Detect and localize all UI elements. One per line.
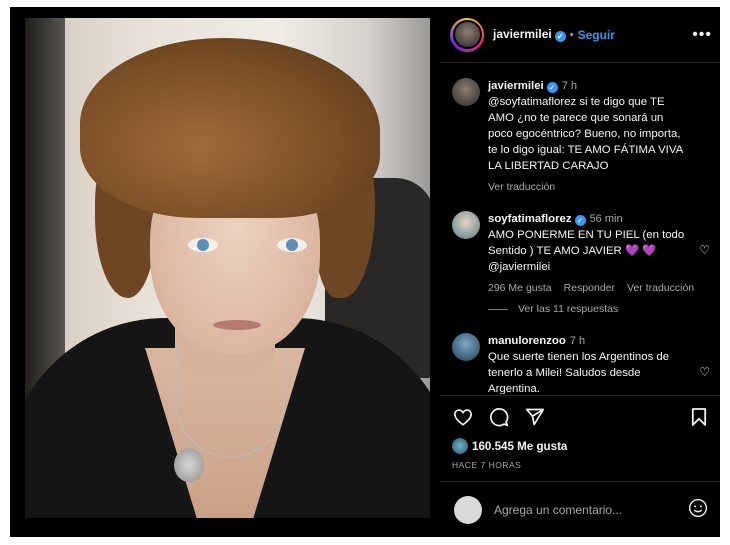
author-username-text: javiermilei [493,27,552,41]
share-icon[interactable] [524,406,546,428]
comment-text: soyfatimaflorez ✓ 56 min AMO PONERME EN TU… [488,211,708,275]
photo-hair [80,38,380,218]
author-username[interactable]: javiermilei ✓ [493,27,566,42]
translate-link[interactable]: Ver traducción [627,282,694,294]
comment-item: soyfatimaflorez ✓ 56 min AMO PONERME EN TU… [440,211,720,315]
current-user-avatar [454,495,482,524]
comment-avatar[interactable] [452,78,480,106]
heart-icon[interactable] [452,406,474,428]
bookmark-icon[interactable] [688,406,710,428]
verified-icon: ✓ [546,82,558,93]
translate-link[interactable]: Ver traducción [488,181,555,193]
comment-username[interactable]: manulorenzoo [488,335,566,347]
post-header: javiermilei ✓ • Seguir ••• [440,7,720,63]
post-timestamp: HACE 7 HORAS [452,460,522,470]
view-replies-text: Ver las 11 respuestas [518,303,619,315]
comment-meta: Ver traducción [488,181,708,193]
reply-link[interactable]: Responder [564,282,615,294]
comment-text: manulorenzoo 7 h Que suerte tienen los Ar… [488,333,708,394]
photo-pendant [174,448,204,482]
emoji-icon[interactable] [688,498,708,523]
photo-eye-left [188,238,218,252]
photo-mouth [213,320,261,330]
post-actions: 160.545 Me gusta HACE 7 HORAS [440,395,720,481]
likes-text: 160.545 Me gusta [472,439,568,453]
comment-meta: 296 Me gusta Responder Ver traducción [488,282,708,294]
header-separator: • [569,28,574,41]
comment-username[interactable]: soyfatimaflorez [488,213,572,225]
post-window: javiermilei ✓ • Seguir ••• javiermilei ✓ 7 … [10,7,720,537]
comment-time: 56 min [589,213,623,225]
comment-heart-icon[interactable]: ♡ [699,243,710,257]
comments-list[interactable]: javiermilei ✓ 7 h @soyfatimaflorez si te d… [440,64,720,394]
comment-time: 7 h [561,80,578,92]
comment-message: AMO PONERME EN TU PIEL (en todo Sentido … [488,229,685,273]
comment-icon[interactable] [488,406,510,428]
comment-avatar[interactable] [452,333,480,361]
comment-message: Que suerte tienen los Argentinos de tene… [488,351,670,394]
author-avatar[interactable] [450,17,484,52]
comment-heart-icon[interactable]: ♡ [699,365,710,379]
comment-text: javiermilei ✓ 7 h @soyfatimaflorez si te d… [488,78,708,174]
likes-count[interactable]: 160.545 Me gusta [440,428,720,454]
comment-body: javiermilei ✓ 7 h @soyfatimaflorez si te d… [488,78,708,193]
liker-avatar [452,438,468,454]
comment-username[interactable]: javiermilei [488,80,544,92]
photo-eye-right [277,238,307,252]
photo-necklace [175,348,285,458]
post-photo[interactable] [25,18,430,518]
comment-body: soyfatimaflorez ✓ 56 min AMO PONERME EN TU… [488,211,708,315]
add-comment-bar: Agrega un comentario... [440,481,720,537]
comment-likes[interactable]: 296 Me gusta [488,282,552,294]
comment-item: javiermilei ✓ 7 h @soyfatimaflorez si te d… [440,78,720,193]
add-comment-input[interactable]: Agrega un comentario... [494,503,622,517]
author-avatar-image [452,20,482,49]
verified-icon: ✓ [554,31,566,42]
post-side-panel: javiermilei ✓ • Seguir ••• javiermilei ✓ 7 … [440,7,720,537]
comment-time: 7 h [569,335,586,347]
verified-icon: ✓ [574,215,586,226]
comment-item: manulorenzoo 7 h Que suerte tienen los Ar… [440,333,720,394]
view-replies-link[interactable]: Ver las 11 respuestas [488,303,708,315]
action-icons [440,396,720,428]
more-options-icon[interactable]: ••• [692,26,712,44]
replies-divider [488,308,508,310]
comment-avatar[interactable] [452,211,480,239]
follow-button[interactable]: Seguir [578,28,615,42]
comment-body: manulorenzoo 7 h Que suerte tienen los Ar… [488,333,708,394]
comment-message: @soyfatimaflorez si te digo que TE AMO ¿… [488,96,683,172]
